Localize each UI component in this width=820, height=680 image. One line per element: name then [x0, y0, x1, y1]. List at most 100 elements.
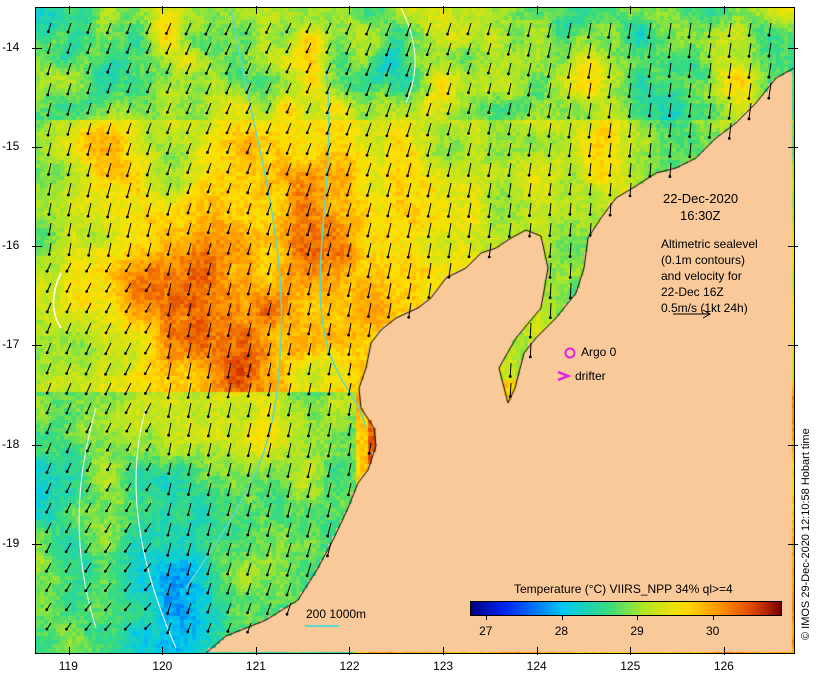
velocity-arrow-head: [467, 215, 470, 218]
latitude-tick-label: -14: [2, 39, 20, 54]
velocity-arrow-head: [206, 473, 210, 477]
velocity-arrow-head: [266, 252, 270, 256]
velocity-arrow-head: [86, 91, 90, 95]
velocity-arrow: [227, 302, 232, 315]
altimetry-line: and velocity for: [661, 269, 742, 283]
velocity-arrow-head: [266, 514, 270, 518]
velocity-arrow: [568, 142, 572, 156]
velocity-arrow: [266, 42, 272, 53]
velocity-arrow: [87, 222, 92, 236]
velocity-arrow: [186, 142, 192, 153]
velocity-arrow-head: [386, 255, 390, 259]
velocity-arrow-head: [365, 32, 368, 36]
velocity-arrow: [406, 62, 412, 76]
velocity-arrow-head: [84, 530, 88, 534]
velocity-arrow: [266, 602, 272, 614]
velocity-arrow: [386, 82, 392, 96]
velocity-arrow-head: [46, 72, 50, 76]
velocity-arrow-head: [345, 31, 349, 35]
velocity-arrow-head: [326, 514, 330, 518]
sst-map: [35, 7, 795, 654]
velocity-arrow: [247, 502, 252, 516]
velocity-arrow-head: [365, 173, 369, 177]
velocity-arrow: [366, 182, 372, 196]
velocity-arrow-head: [65, 331, 69, 334]
velocity-arrow-head: [667, 94, 671, 98]
velocity-arrow: [406, 42, 412, 56]
velocity-arrow-head: [588, 192, 592, 196]
velocity-arrow-head: [145, 70, 149, 74]
velocity-arrow: [387, 242, 392, 258]
velocity-arrow-head: [84, 392, 88, 396]
velocity-arrow-head: [125, 31, 129, 35]
velocity-arrow: [167, 322, 172, 337]
velocity-arrow-head: [285, 193, 289, 197]
velocity-arrow-head: [487, 111, 491, 114]
velocity-arrow-head: [767, 75, 771, 79]
velocity-arrow: [267, 342, 272, 355]
velocity-arrow: [66, 502, 72, 512]
velocity-arrow-head: [647, 94, 651, 98]
velocity-arrow-head: [246, 630, 249, 634]
velocity-arrow-head: [305, 70, 309, 74]
velocity-arrow-head: [286, 534, 289, 538]
velocity-arrow: [386, 42, 392, 56]
velocity-arrow-head: [528, 355, 532, 359]
velocity-arrow-head: [66, 71, 70, 75]
velocity-arrow-head: [45, 510, 49, 514]
velocity-arrow-head: [367, 315, 370, 318]
velocity-arrow-head: [587, 116, 591, 120]
velocity-arrow: [768, 42, 772, 57]
velocity-arrow-head: [105, 488, 109, 492]
velocity-arrow: [386, 62, 392, 76]
velocity-arrow: [327, 442, 332, 457]
velocity-arrow-head: [65, 411, 69, 415]
velocity-arrow: [127, 222, 132, 237]
velocity-arrow: [188, 442, 192, 455]
velocity-arrow-head: [466, 153, 470, 156]
velocity-arrow-head: [265, 553, 269, 557]
velocity-arrow-head: [607, 135, 611, 139]
velocity-arrow-head: [226, 272, 230, 276]
velocity-arrow-head: [385, 174, 389, 178]
velocity-arrow-head: [627, 75, 631, 79]
velocity-arrow-head: [347, 314, 350, 317]
velocity-arrow: [207, 582, 212, 594]
velocity-arrow-head: [446, 72, 450, 76]
velocity-arrow-head: [126, 70, 129, 74]
velocity-arrow: [225, 22, 232, 35]
velocity-arrow: [467, 162, 472, 176]
velocity-arrow-head: [226, 591, 230, 595]
longitude-tick: [630, 6, 632, 14]
velocity-arrow-head: [103, 569, 107, 573]
velocity-arrow-head: [568, 192, 572, 196]
velocity-arrow-head: [124, 310, 128, 314]
velocity-arrow: [267, 302, 272, 315]
velocity-arrow-head: [46, 30, 50, 34]
velocity-arrow-head: [226, 572, 229, 576]
velocity-arrow-head: [144, 411, 148, 414]
velocity-arrow: [85, 542, 92, 552]
velocity-arrow-head: [126, 152, 129, 156]
velocity-arrow: [649, 162, 652, 177]
velocity-arrow: [207, 562, 212, 575]
velocity-arrow: [207, 522, 212, 535]
latitude-tick: [788, 47, 798, 49]
velocity-arrow-head: [266, 494, 270, 498]
velocity-arrow-head: [166, 212, 170, 216]
velocity-arrow: [447, 142, 452, 156]
velocity-arrow-head: [165, 90, 169, 94]
velocity-arrow-head: [65, 510, 69, 514]
velocity-arrow: [207, 482, 212, 495]
velocity-arrow: [608, 82, 612, 98]
velocity-arrow-head: [266, 434, 270, 438]
velocity-arrow-head: [347, 493, 350, 497]
velocity-arrow-head: [727, 34, 731, 38]
velocity-arrow-head: [306, 434, 310, 438]
velocity-arrow: [47, 102, 52, 116]
longitude-tick-label: 125: [620, 659, 641, 673]
velocity-arrow: [386, 142, 392, 156]
latitude-tick: [32, 444, 42, 446]
longitude-tick-label: 123: [433, 659, 454, 673]
velocity-arrow-head: [346, 294, 350, 298]
